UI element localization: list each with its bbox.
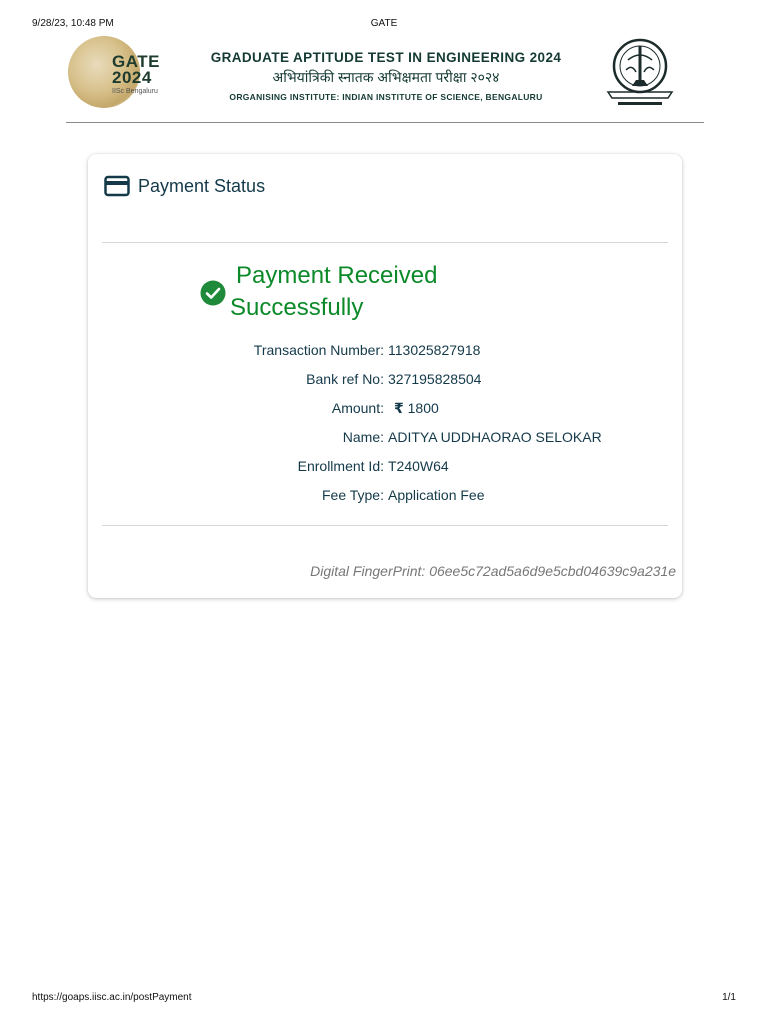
credit-card-icon [104, 175, 130, 197]
banner-hindi-title: अभियांत्रिकी स्नातक अभिक्षमता परीक्षा २०… [272, 69, 500, 85]
card-divider-bottom [102, 525, 668, 526]
detail-value: T240W64 [388, 458, 449, 474]
digital-fingerprint: Digital FingerPrint: 06ee5c72ad5a6d9e5cb… [310, 563, 676, 579]
fingerprint-label: Digital FingerPrint: [310, 563, 426, 579]
gate-logo-line2: 2024 [112, 68, 152, 87]
detail-row-name: Name: ADITYA UDDHAORAO SELOKAR [88, 429, 682, 449]
banner-organiser: ORGANISING INSTITUTE: INDIAN INSTITUTE O… [229, 92, 543, 102]
success-line2: Successfully [230, 294, 364, 321]
page: 9/28/23, 10:48 PM GATE GATE 2024 IISc Be… [0, 0, 768, 1024]
print-footer: https://goaps.iisc.ac.in/postPayment 1/1 [32, 992, 736, 1006]
fingerprint-value: 06ee5c72ad5a6d9e5cbd04639c9a231e [429, 563, 676, 579]
success-line1: Payment Received [236, 262, 438, 289]
detail-value-amount: ₹ 1800 [388, 400, 439, 417]
detail-label: Enrollment Id: [297, 458, 384, 474]
detail-row-fee-type: Fee Type: Application Fee [88, 487, 682, 507]
check-circle-icon [200, 280, 226, 306]
detail-row-transaction: Transaction Number: 113025827918 [88, 342, 682, 362]
gate-logo-text: GATE 2024 [112, 53, 160, 87]
detail-value: Application Fee [388, 487, 485, 503]
detail-row-bank-ref: Bank ref No: 327195828504 [88, 371, 682, 391]
print-page-number: 1/1 [722, 992, 736, 1003]
detail-label: Bank ref No: [306, 371, 384, 387]
banner-title: GRADUATE APTITUDE TEST IN ENGINEERING 20… [210, 50, 562, 65]
detail-value: ADITYA UDDHAORAO SELOKAR [388, 429, 602, 445]
print-header: 9/28/23, 10:48 PM GATE [32, 18, 736, 32]
payment-status-card: Payment Status Payment Received Successf… [88, 154, 682, 598]
gate-2024-logo: GATE 2024 IISc Bengaluru [68, 36, 168, 108]
amount-value: 1800 [407, 400, 439, 416]
iisc-emblem-icon [602, 36, 678, 108]
detail-label: Amount: [331, 400, 384, 416]
rupee-icon: ₹ [394, 400, 404, 416]
card-header: Payment Status [104, 174, 265, 198]
detail-value: 113025827918 [388, 342, 481, 358]
banner-text: GRADUATE APTITUDE TEST IN ENGINEERING 20… [186, 34, 586, 102]
detail-label: Fee Type: [321, 487, 384, 503]
gate-banner: GATE 2024 IISc Bengaluru GRADUATE APTITU… [66, 34, 704, 123]
card-title: Payment Status [138, 175, 266, 196]
detail-value: 327195828504 [388, 371, 482, 387]
success-text: Payment Received Successfully [230, 260, 437, 324]
gate-logo-sub: IISc Bengaluru [112, 88, 158, 95]
card-divider-top [102, 242, 668, 243]
detail-row-amount: Amount: ₹ 1800 [88, 400, 682, 420]
detail-label: Name: [342, 429, 384, 445]
payment-success-message: Payment Received Successfully [200, 258, 500, 328]
detail-row-enrollment: Enrollment Id: T240W64 [88, 458, 682, 478]
print-url: https://goaps.iisc.ac.in/postPayment [32, 992, 192, 1003]
print-title: GATE [370, 18, 398, 29]
detail-label: Transaction Number: [253, 342, 384, 358]
